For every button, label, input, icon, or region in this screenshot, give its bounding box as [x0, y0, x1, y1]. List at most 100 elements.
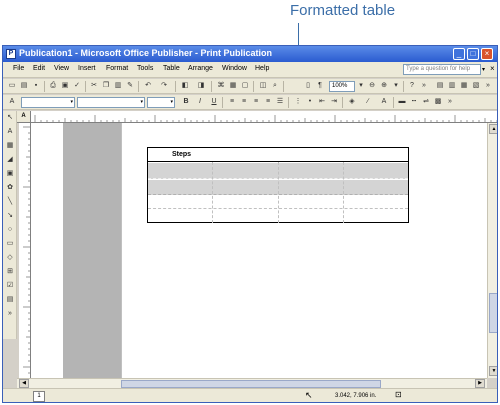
line-style-icon[interactable]: ▬ — [397, 97, 407, 107]
menu-table[interactable]: Table — [163, 65, 180, 72]
close-button[interactable]: × — [481, 48, 493, 60]
font-size-select[interactable]: ▾ — [147, 97, 175, 108]
menu-tools[interactable]: Tools — [137, 65, 153, 72]
line-color-icon[interactable]: ∕ — [363, 97, 373, 107]
numbering-icon[interactable]: ⋮ — [293, 97, 303, 107]
document-close-button[interactable]: × — [490, 64, 495, 73]
redo-icon[interactable]: ↷ — [159, 81, 169, 91]
menu-file[interactable]: File — [13, 65, 24, 72]
text-box-icon[interactable]: A — [5, 127, 15, 137]
table-tool-icon[interactable]: ▤ — [435, 81, 445, 91]
fill-color-icon[interactable]: ◈ — [347, 97, 357, 107]
scroll-up-icon[interactable]: ▲ — [489, 124, 497, 134]
page-navigation-button[interactable]: 1 — [33, 391, 45, 402]
arrow-icon[interactable]: ↘ — [5, 211, 15, 221]
special-characters-icon[interactable]: ¶ — [315, 81, 325, 91]
hot-spot-icon[interactable]: ⊞ — [5, 267, 15, 277]
publisher-app-icon[interactable]: P — [6, 49, 16, 59]
zoom-page-icon[interactable]: ◫ — [258, 81, 268, 91]
open-icon[interactable]: ▤ — [19, 81, 29, 91]
underline-icon[interactable]: U — [209, 97, 219, 107]
dash-style-icon[interactable]: ┅ — [409, 97, 419, 107]
minimize-button[interactable]: _ — [453, 48, 465, 60]
toolbar-options-icon[interactable]: » — [5, 309, 15, 319]
maximize-button[interactable]: □ — [467, 48, 479, 60]
send-backward-icon[interactable]: ◨ — [196, 81, 206, 91]
menu-help[interactable]: Help — [255, 65, 269, 72]
form-control-icon[interactable]: ☑ — [5, 281, 15, 291]
bullets-icon[interactable]: • — [305, 97, 315, 107]
font-color-icon[interactable]: A — [379, 97, 389, 107]
table-header-cell[interactable]: Steps — [172, 151, 191, 158]
increase-indent-icon[interactable]: ⇥ — [329, 97, 339, 107]
toolbar-options-icon[interactable]: » — [419, 81, 429, 91]
table-tool-icon[interactable]: ▦ — [459, 81, 469, 91]
font-select[interactable]: ▾ — [77, 97, 145, 108]
zoom-out-icon[interactable]: ⊖ — [367, 81, 377, 91]
autoshapes-icon[interactable]: ◇ — [5, 253, 15, 263]
picture-frame-icon[interactable]: ▣ — [5, 169, 15, 179]
research-icon[interactable]: ⌕ — [270, 81, 280, 91]
oval-icon[interactable]: ○ — [5, 225, 15, 235]
format-painter-icon[interactable]: ✎ — [125, 81, 135, 91]
undo-icon[interactable]: ↶ — [143, 81, 153, 91]
formatted-table[interactable]: Steps — [147, 147, 409, 223]
table-tool-icon[interactable]: ▥ — [447, 81, 457, 91]
zoom-dropdown-icon[interactable]: ▾ — [356, 81, 366, 91]
align-center-icon[interactable]: ≡ — [239, 97, 249, 107]
insert-table-icon[interactable]: ▦ — [5, 141, 15, 151]
help-icon[interactable]: ? — [407, 81, 417, 91]
menu-insert[interactable]: Insert — [78, 65, 96, 72]
rectangle-icon[interactable]: ▭ — [5, 239, 15, 249]
print-preview-icon[interactable]: ▣ — [60, 81, 70, 91]
cut-icon[interactable]: ✂ — [89, 81, 99, 91]
bold-icon[interactable]: B — [181, 97, 191, 107]
arrow-style-icon[interactable]: ⇌ — [421, 97, 431, 107]
menu-edit[interactable]: Edit — [33, 65, 45, 72]
print-icon[interactable]: ⎙ — [48, 81, 58, 91]
italic-icon[interactable]: I — [195, 97, 205, 107]
copy-icon[interactable]: ❐ — [101, 81, 111, 91]
zoom-dropdown-icon[interactable]: ▾ — [391, 81, 401, 91]
toolbar-options-icon[interactable]: » — [483, 81, 493, 91]
bring-forward-icon[interactable]: ◧ — [180, 81, 190, 91]
help-search-input[interactable]: Type a question for help — [403, 64, 481, 75]
line-icon[interactable]: ╲ — [5, 197, 15, 207]
vertical-ruler[interactable] — [19, 123, 31, 378]
menu-arrange[interactable]: Arrange — [188, 65, 213, 72]
decrease-indent-icon[interactable]: ⇤ — [317, 97, 327, 107]
publication-workspace[interactable]: Steps — [31, 123, 487, 378]
wordart-icon[interactable]: ◢ — [5, 155, 15, 165]
styles-icon[interactable]: A — [7, 97, 17, 107]
table-row[interactable]: Steps — [148, 148, 408, 162]
scroll-down-icon[interactable]: ▼ — [489, 366, 497, 376]
zoom-in-icon[interactable]: ⊕ — [379, 81, 389, 91]
new-icon[interactable]: ▭ — [7, 81, 17, 91]
menu-view[interactable]: View — [54, 65, 69, 72]
shadow-style-icon[interactable]: ▩ — [433, 97, 443, 107]
scroll-right-icon[interactable]: ▶ — [475, 379, 485, 388]
text-frame-icon[interactable]: ▢ — [240, 81, 250, 91]
ruler-corner[interactable]: A — [17, 111, 31, 123]
clip-art-icon[interactable]: ✿ — [5, 183, 15, 193]
zoom-select[interactable]: 100% — [329, 81, 355, 92]
horizontal-ruler[interactable] — [31, 111, 498, 123]
horizontal-scrollbar[interactable]: ◀ ▶ — [17, 378, 487, 388]
paste-icon[interactable]: ▥ — [113, 81, 123, 91]
scroll-left-icon[interactable]: ◀ — [19, 379, 29, 388]
insert-hyperlink-icon[interactable]: ⌘ — [216, 81, 226, 91]
design-gallery-icon[interactable]: ▤ — [5, 295, 15, 305]
select-objects-icon[interactable]: ↖ — [5, 113, 15, 123]
justify-icon[interactable]: ≡ — [263, 97, 273, 107]
help-dropdown-icon[interactable]: ▾ — [482, 66, 485, 73]
line-spacing-icon[interactable]: ☰ — [275, 97, 285, 107]
align-right-icon[interactable]: ≡ — [251, 97, 261, 107]
menu-format[interactable]: Format — [106, 65, 128, 72]
columns-icon[interactable]: ▦ — [228, 81, 238, 91]
vertical-scroll-thumb[interactable] — [489, 293, 497, 333]
vertical-scrollbar[interactable]: ▲ ▼ — [487, 123, 497, 378]
table-tool-icon[interactable]: ▧ — [471, 81, 481, 91]
menu-window[interactable]: Window — [222, 65, 247, 72]
horizontal-scroll-thumb[interactable] — [121, 380, 381, 388]
toolbar-options-icon[interactable]: » — [445, 97, 455, 107]
